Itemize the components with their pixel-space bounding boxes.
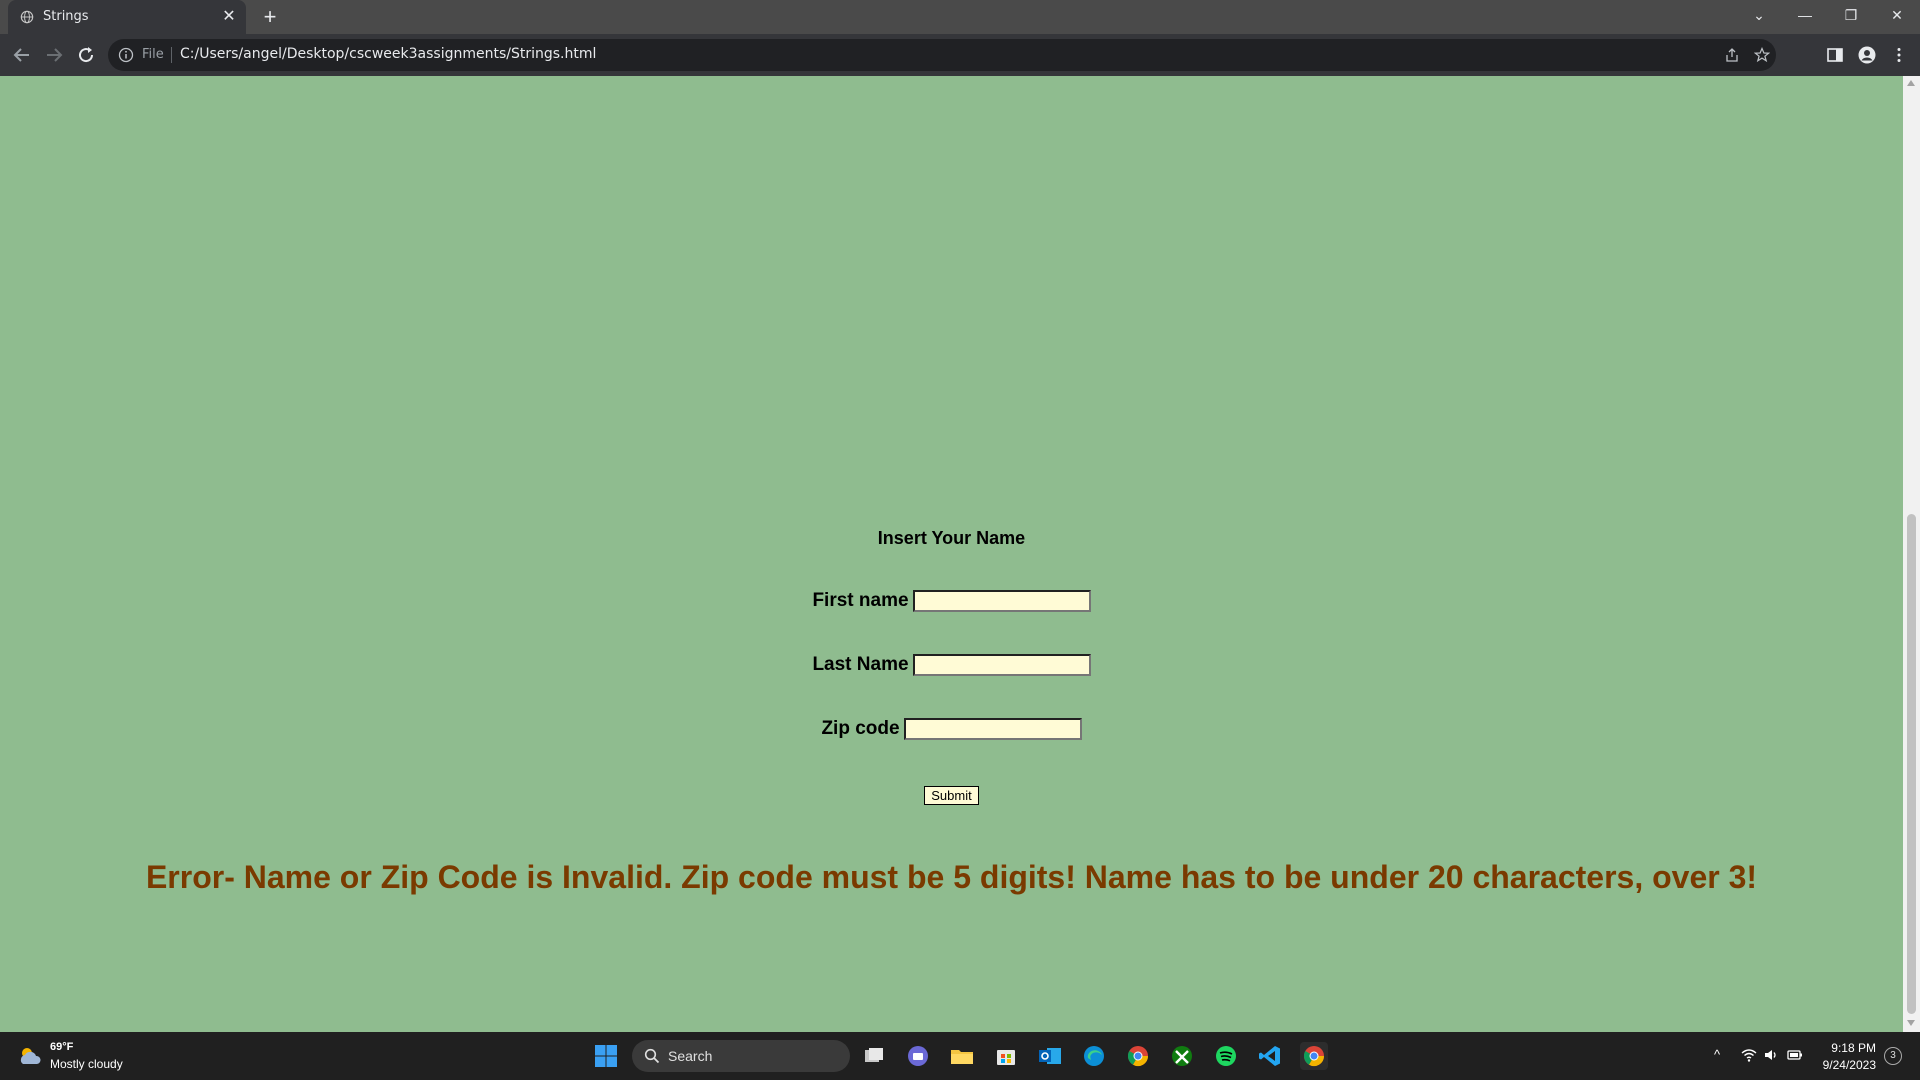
search-placeholder: Search (668, 1048, 713, 1064)
first-name-label: First name (812, 590, 909, 611)
chrome-active-icon[interactable] (1300, 1042, 1328, 1070)
tab-strip: Strings ✕ + ⌄ — ❐ ✕ (0, 0, 1920, 34)
volume-icon[interactable] (1762, 1046, 1780, 1064)
clock-date[interactable]: 9/24/2023 (1823, 1058, 1876, 1072)
omnibox-divider (171, 47, 172, 63)
first-name-row: First name (0, 590, 1903, 612)
battery-icon[interactable] (1786, 1046, 1804, 1064)
address-bar[interactable]: File C:/Users/angel/Desktop/cscweek3assi… (108, 39, 1776, 71)
task-view-icon[interactable] (860, 1042, 888, 1070)
wifi-icon[interactable] (1740, 1046, 1758, 1064)
vertical-scrollbar[interactable] (1903, 76, 1920, 1032)
back-arrow-icon[interactable] (10, 43, 34, 67)
vscode-icon[interactable] (1256, 1042, 1284, 1070)
taskbar-search[interactable]: Search (632, 1040, 850, 1072)
tab-close-icon[interactable]: ✕ (220, 8, 238, 26)
scroll-thumb[interactable] (1907, 514, 1916, 1014)
scroll-down-arrow-icon[interactable] (1907, 1020, 1915, 1026)
windows-start-icon[interactable] (594, 1044, 618, 1068)
info-icon[interactable] (118, 47, 134, 63)
tab-title: Strings (43, 9, 89, 24)
file-label: File (142, 47, 164, 62)
new-tab-button[interactable]: + (258, 5, 282, 29)
page-viewport: Insert Your Name First name Last Name Zi… (0, 76, 1903, 1032)
submit-row: Submit (0, 786, 1903, 805)
notification-badge[interactable]: 3 (1884, 1047, 1902, 1065)
clock-time[interactable]: 9:18 PM (1831, 1041, 1876, 1055)
show-hidden-icons-chevron-icon[interactable]: ^ (1708, 1046, 1726, 1064)
scroll-up-arrow-icon[interactable] (1907, 80, 1915, 86)
search-icon (644, 1048, 660, 1064)
weather-temperature[interactable]: 69°F (50, 1041, 73, 1053)
minimize-button[interactable]: — (1782, 0, 1828, 30)
error-message: Error- Name or Zip Code is Invalid. Zip … (145, 859, 1758, 895)
zip-code-input[interactable] (903, 718, 1082, 740)
tab-search-icon[interactable]: ⌄ (1736, 0, 1782, 30)
submit-button[interactable]: Submit (924, 786, 979, 805)
forward-arrow-icon[interactable] (42, 43, 66, 67)
file-explorer-icon[interactable] (948, 1042, 976, 1070)
last-name-label: Last Name (812, 654, 909, 675)
url-text[interactable]: C:/Users/angel/Desktop/cscweek3assignmen… (180, 46, 596, 62)
teams-chat-icon[interactable] (904, 1042, 932, 1070)
zip-code-row: Zip code (0, 718, 1903, 740)
weather-cloud-icon[interactable] (16, 1042, 44, 1070)
windows-taskbar: 69°F Mostly cloudy Search ^ 9:18 PM 9/24… (0, 1032, 1920, 1080)
restore-button[interactable]: ❐ (1828, 0, 1874, 30)
browser-toolbar: File C:/Users/angel/Desktop/cscweek3assi… (0, 34, 1920, 76)
browser-tab[interactable]: Strings ✕ (8, 0, 246, 34)
first-name-input[interactable] (912, 590, 1091, 612)
close-window-button[interactable]: ✕ (1874, 0, 1920, 30)
last-name-row: Last Name (0, 654, 1903, 676)
spotify-icon[interactable] (1212, 1042, 1240, 1070)
profile-icon[interactable] (1858, 46, 1876, 64)
reload-icon[interactable] (74, 43, 98, 67)
last-name-input[interactable] (912, 654, 1091, 676)
more-menu-icon[interactable] (1890, 46, 1908, 64)
page-heading: Insert Your Name (877, 528, 1026, 548)
microsoft-store-icon[interactable] (992, 1042, 1020, 1070)
xbox-icon[interactable] (1168, 1042, 1196, 1070)
bookmark-star-icon[interactable] (1754, 47, 1770, 63)
outlook-icon[interactable] (1036, 1042, 1064, 1070)
zip-code-label: Zip code (821, 718, 900, 739)
share-icon[interactable] (1724, 47, 1740, 63)
edge-icon[interactable] (1080, 1042, 1108, 1070)
chrome-icon[interactable] (1124, 1042, 1152, 1070)
globe-icon (20, 10, 34, 24)
side-panel-icon[interactable] (1826, 46, 1844, 64)
weather-description[interactable]: Mostly cloudy (50, 1057, 123, 1071)
